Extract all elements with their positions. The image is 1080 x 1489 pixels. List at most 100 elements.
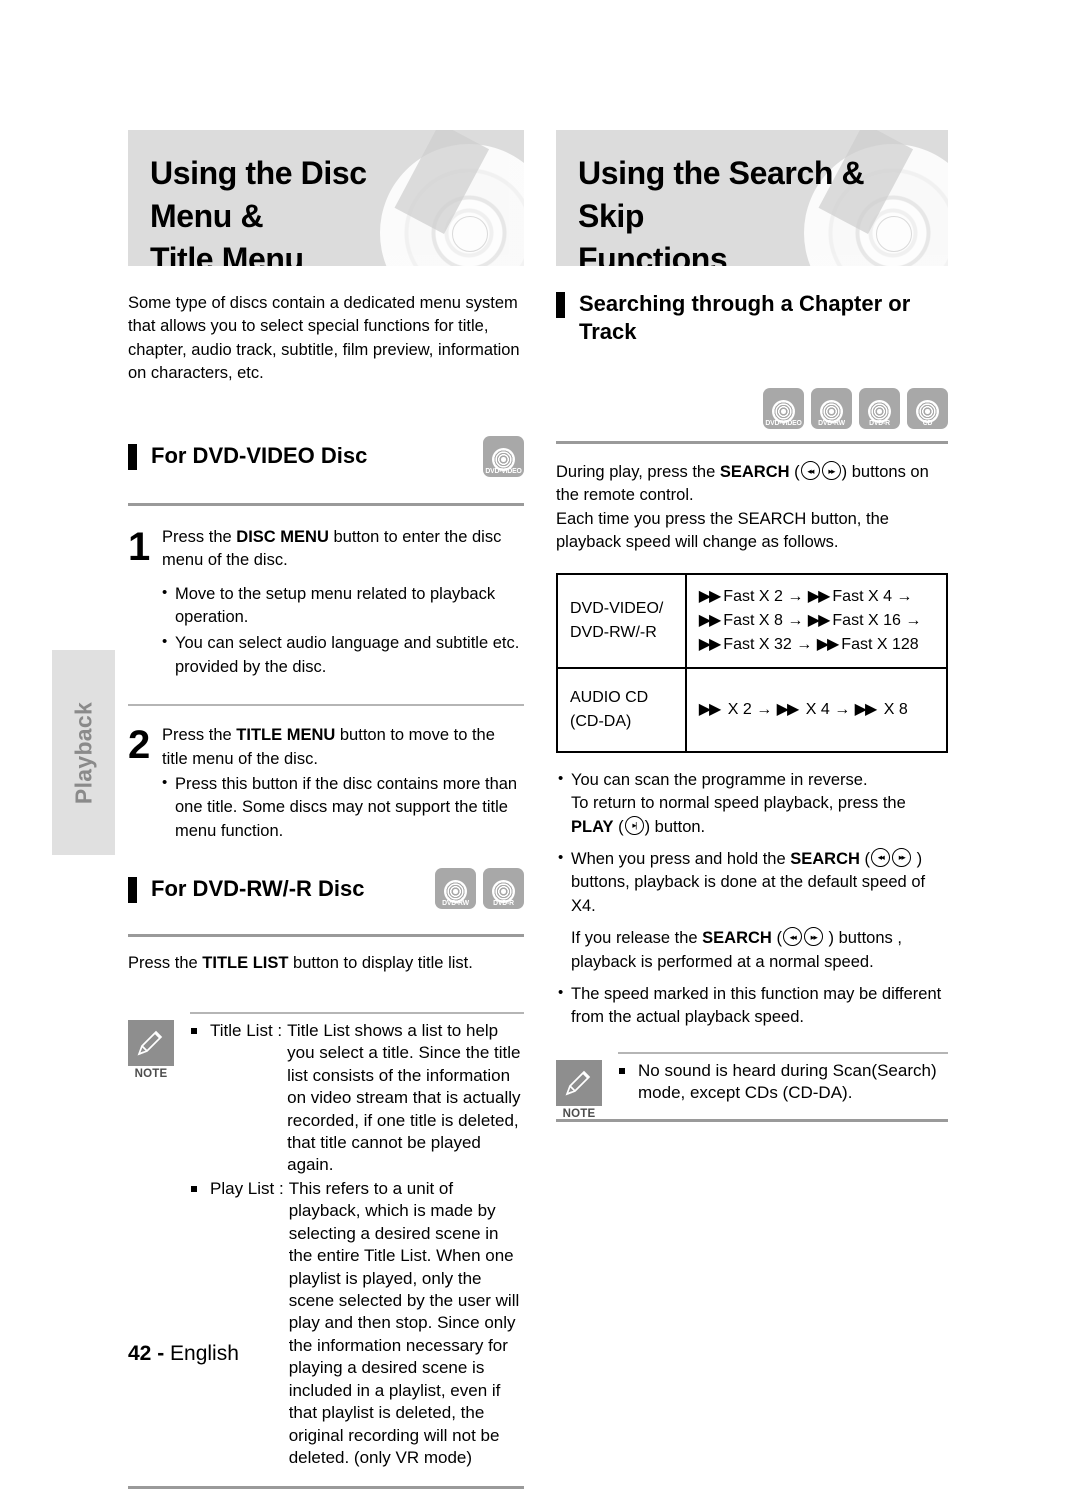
fast-forward-icon: ▶▶: [807, 611, 831, 629]
note-icon-group: NOTE: [128, 1019, 174, 1080]
for-dvd-video-heading: For DVD-VIDEO Disc: [128, 442, 483, 471]
divider-rule: [128, 704, 524, 707]
step-1-number: 1: [128, 524, 151, 569]
right-chapter-title-line1: Using the Search & Skip: [578, 155, 865, 235]
title-list-instruction: Press the TITLE LIST button to display t…: [128, 954, 473, 973]
step-2-number: 2: [128, 723, 151, 768]
page-number: 42 -: [128, 1342, 165, 1365]
disc-badge-dvd-video-icon: DVD-VIDEO: [483, 435, 524, 477]
heading-bar-icon: [128, 876, 137, 903]
section-for-dvd-rw: For DVD-RW/-R Disc DVD-RW DVD-R: [128, 868, 524, 910]
table-cell-disc-type: DVD-VIDEO/ DVD-RW/-R: [556, 572, 687, 669]
step-2: 2 Press the TITLE MENU button to move to…: [128, 724, 524, 846]
table-cell-speeds: ▶▶ X 2 → ▶▶ X 4 → ▶▶ X 8: [684, 666, 949, 753]
step-2-bullet: Press this button if the disc contains m…: [162, 772, 524, 843]
right-note-box: NOTE No sound is heard during Scan(Searc…: [556, 1051, 948, 1120]
note-bottom-rule: [556, 1118, 948, 1122]
right-note-list: No sound is heard during Scan(Search) mo…: [618, 1060, 948, 1105]
fast-forward-icon: ▶▶: [776, 700, 800, 718]
step-2-bullets: Press this button if the disc contains m…: [162, 772, 524, 843]
search-intro-paragraph-2: Each time you press the SEARCH button, t…: [556, 509, 889, 552]
disc-badge-dvd-rw-icon: DVD-RW: [811, 388, 852, 429]
note-term: Play List :: [210, 1178, 284, 1198]
side-tab-label: Playback: [70, 701, 96, 804]
right-chapter-banner: Using the Search & Skip Functions: [556, 130, 948, 266]
search-bullet-reverse: You can scan the programme in reverse. T…: [556, 768, 948, 839]
note-item: No sound is heard during Scan(Search) mo…: [618, 1060, 948, 1105]
note-icon-group: NOTE: [556, 1059, 602, 1120]
heading-bar-icon: [128, 444, 137, 471]
page-footer: 42 - English: [128, 1342, 239, 1366]
note-item: Title List : Title List shows a list to …: [190, 1020, 524, 1177]
table-row: AUDIO CD (CD-DA) ▶▶ X 2 → ▶▶ X 4 → ▶▶ X …: [556, 666, 949, 753]
note-bottom-rule: [128, 1485, 524, 1489]
left-chapter-title-line2: Title Menu: [150, 241, 304, 266]
dvd-rw-badge-row: DVD-RW DVD-R: [435, 868, 524, 910]
search-reverse-key-icon: ◂◂: [782, 927, 802, 947]
fast-forward-icon: ▶▶: [698, 700, 722, 718]
search-forward-key-icon: ▸▸: [892, 847, 912, 867]
playback-speed-table: DVD-VIDEO/ DVD-RW/-R ▶▶ Fast X 2 → ▶▶ Fast…: [556, 572, 949, 753]
divider-rule: [128, 502, 524, 506]
step-1: 1 Press the DISC MENU button to enter th…: [128, 526, 524, 683]
note-icon-label: NOTE: [562, 1107, 596, 1120]
disc-badge-dvd-r-icon: DVD-R: [483, 868, 524, 910]
left-chapter-title-line1: Using the Disc Menu &: [150, 155, 367, 235]
searching-badge-row: DVD-VIDEO DVD-RW DVD-R CD: [556, 388, 948, 429]
search-intro-paragraph-1: During play, press the SEARCH (◂◂ ▸▸) but…: [556, 461, 929, 505]
left-chapter-banner: Using the Disc Menu & Title Menu: [128, 130, 524, 266]
search-reverse-key-icon: ◂◂: [800, 461, 820, 480]
step-1-bullet: Move to the setup menu related to playba…: [162, 582, 524, 630]
search-forward-key-icon: ▸▸: [803, 927, 823, 947]
search-reverse-key-icon: ◂◂: [871, 847, 891, 867]
section-side-tab: Playback: [52, 650, 115, 855]
divider-rule: [556, 441, 948, 444]
fast-forward-icon: ▶▶: [816, 635, 840, 653]
table-row: DVD-VIDEO/ DVD-RW/-R ▶▶ Fast X 2 → ▶▶ Fast…: [556, 572, 949, 669]
left-note-content: Title List : Title List shows a list to …: [190, 1014, 524, 1470]
note-item: Play List : This refers to a unit of pla…: [190, 1178, 524, 1470]
note-term: Title List :: [210, 1020, 283, 1040]
right-page-column: Using the Search & Skip Functions Search…: [556, 130, 949, 1122]
search-bullet-speed-accuracy: The speed marked in this function may be…: [556, 982, 948, 1030]
search-notes-bullets: You can scan the programme in reverse. T…: [556, 768, 948, 1030]
left-chapter-title: Using the Disc Menu & Title Menu: [128, 130, 450, 266]
disc-badge-dvd-rw-icon: DVD-RW: [435, 868, 476, 910]
left-intro-paragraph: Some type of discs contain a dedicated m…: [128, 294, 520, 383]
page-language: English: [170, 1342, 239, 1365]
pencil-note-icon: [128, 1019, 174, 1066]
table-cell-speeds: ▶▶ Fast X 2 → ▶▶ Fast X 4 → ▶▶ Fast X 8 → ▶…: [684, 572, 949, 669]
disc-badge-dvd-r-icon: DVD-R: [859, 388, 900, 429]
left-page-column: Using the Disc Menu & Title Menu Some ty…: [128, 130, 524, 1489]
table-cell-disc-type: AUDIO CD (CD-DA): [556, 666, 687, 753]
search-forward-key-icon: ▸▸: [821, 461, 841, 480]
for-dvd-rw-heading: For DVD-RW/-R Disc: [128, 875, 435, 903]
heading-bar-icon: [556, 292, 565, 318]
search-bullet-release: If you release the SEARCH (◂◂ ▸▸ ) button…: [571, 927, 902, 971]
section-for-dvd-video: For DVD-VIDEO Disc DVD-VIDEO: [128, 435, 524, 477]
dvd-video-badge-row: DVD-VIDEO: [483, 435, 524, 477]
step-1-text: Press the DISC MENU button to enter the …: [162, 527, 502, 570]
pencil-note-icon: [556, 1059, 602, 1106]
note-icon-label: NOTE: [134, 1067, 168, 1080]
disc-badge-cd-icon: CD: [907, 388, 948, 429]
fast-forward-icon: ▶▶: [698, 587, 722, 605]
fast-forward-icon: ▶▶: [698, 611, 722, 629]
disc-badge-dvd-video-icon: DVD-VIDEO: [763, 388, 804, 429]
searching-chapter-heading: Searching through a Chapter or Track: [556, 290, 948, 345]
note-definition: Title List shows a list to help you sele…: [287, 1020, 521, 1175]
right-chapter-title: Using the Search & Skip Functions: [556, 130, 908, 266]
fast-forward-icon: ▶▶: [807, 587, 831, 605]
fast-forward-icon: ▶▶: [854, 700, 878, 718]
search-bullet-hold: When you press and hold the SEARCH (◂◂▸▸…: [556, 847, 948, 918]
divider-rule: [128, 934, 524, 938]
left-note-box: NOTE Title List : Title List shows a lis…: [128, 1011, 524, 1470]
note-definition: This refers to a unit of playback, which…: [288, 1178, 520, 1468]
step-1-bullets: Move to the setup menu related to playba…: [162, 582, 524, 680]
left-note-list: Title List : Title List shows a list to …: [190, 1020, 524, 1470]
right-chapter-title-line2: Functions: [578, 241, 728, 266]
step-2-text: Press the TITLE MENU button to move to t…: [162, 726, 495, 768]
fast-forward-icon: ▶▶: [698, 635, 722, 653]
play-key-icon: ▸|: [624, 815, 644, 835]
right-note-content: No sound is heard during Scan(Search) mo…: [618, 1054, 948, 1105]
